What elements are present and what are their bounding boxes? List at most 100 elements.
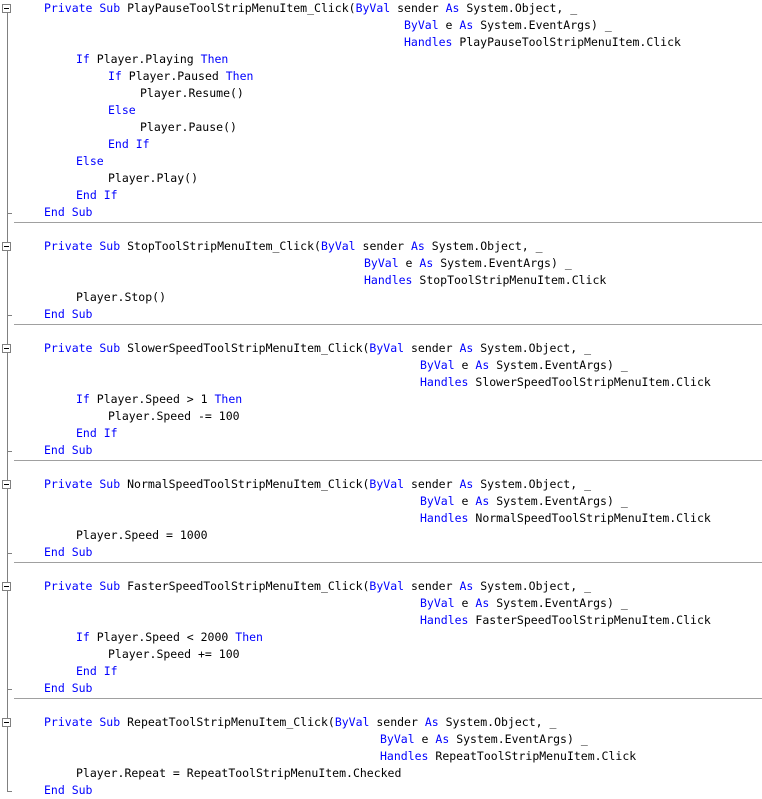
method-signature-line[interactable]: Private Sub FasterSpeedToolStripMenuItem…	[44, 578, 591, 595]
outline-guide	[7, 552, 8, 582]
keyword-token: ByVal	[320, 239, 356, 253]
code-line[interactable]: Player.Resume()	[140, 85, 244, 102]
code-token: Player.Playing	[89, 52, 201, 66]
collapse-region-icon[interactable]	[2, 344, 11, 353]
code-token: System.EventArgs) _	[433, 256, 572, 270]
code-line[interactable]: Player.Play()	[108, 170, 198, 187]
keyword-token: As	[419, 256, 434, 270]
method-signature-line[interactable]: Private Sub StopToolStripMenuItem_Click(…	[44, 238, 543, 255]
code-token: sender	[404, 477, 460, 491]
keyword-token: Handles	[420, 613, 469, 627]
code-token: Player.Stop()	[76, 290, 167, 304]
code-token: System.Object, _	[473, 477, 591, 491]
code-token: NormalSpeedToolStripMenuItem.Click	[468, 511, 711, 525]
keyword-token: Handles	[420, 375, 469, 389]
end-sub-line[interactable]: End Sub	[44, 544, 92, 561]
code-editor[interactable]: Private Sub PlayPauseToolStripMenuItem_C…	[0, 0, 762, 797]
keyword-token: Then	[235, 630, 263, 644]
code-line[interactable]: If Player.Paused Then	[108, 68, 253, 85]
collapse-region-icon[interactable]	[2, 480, 11, 489]
keyword-token: Private Sub	[44, 715, 121, 729]
code-token: System.Object, _	[438, 715, 557, 729]
code-line[interactable]: Player.Pause()	[140, 119, 237, 136]
outline-guide	[7, 251, 8, 315]
code-token: System.EventArgs) _	[449, 732, 588, 746]
code-line[interactable]: If Player.Playing Then	[76, 51, 228, 68]
code-line[interactable]: End If	[76, 187, 118, 204]
keyword-token: Then	[214, 392, 243, 406]
outline-guide	[7, 489, 8, 553]
end-sub-line[interactable]: End Sub	[44, 680, 92, 697]
keyword-token: End Sub	[44, 545, 93, 559]
keyword-token: End Sub	[44, 205, 93, 219]
code-line[interactable]: Player.Speed += 100	[108, 646, 240, 663]
code-line[interactable]: Handles NormalSpeedToolStripMenuItem.Cli…	[420, 510, 711, 527]
code-line[interactable]: If Player.Speed < 2000 Then	[76, 629, 263, 646]
keyword-token: ByVal	[420, 358, 455, 372]
keyword-token: ByVal	[369, 477, 405, 491]
code-line[interactable]: ByVal e As System.EventArgs) _	[404, 17, 612, 34]
method-signature-line[interactable]: Private Sub PlayPauseToolStripMenuItem_C…	[44, 0, 577, 17]
end-sub-line[interactable]: End Sub	[44, 442, 92, 459]
code-token: Player.Resume()	[140, 86, 244, 100]
method-signature-line[interactable]: Private Sub SlowerSpeedToolStripMenuItem…	[44, 340, 591, 357]
keyword-token: End If	[76, 188, 118, 202]
code-line[interactable]: Player.Speed -= 100	[108, 408, 240, 425]
code-token: RepeatToolStripMenuItem.Click	[428, 749, 637, 763]
method-signature-line[interactable]: Private Sub RepeatToolStripMenuItem_Clic…	[44, 714, 556, 731]
code-line[interactable]: ByVal e As System.EventArgs) _	[420, 493, 628, 510]
code-token: e	[414, 732, 436, 746]
code-token: Player.Speed -= 100	[108, 409, 240, 423]
code-line[interactable]: Handles PlayPauseToolStripMenuItem.Click	[404, 34, 681, 51]
code-line[interactable]: If Player.Speed > 1 Then	[76, 391, 242, 408]
keyword-token: End If	[108, 137, 150, 151]
code-line[interactable]: Player.Stop()	[76, 289, 166, 306]
collapse-region-icon[interactable]	[2, 242, 11, 251]
keyword-token: End Sub	[44, 307, 93, 321]
code-line[interactable]: End If	[76, 663, 118, 680]
code-token: System.EventArgs) _	[489, 494, 628, 508]
code-line[interactable]: ByVal e As System.EventArgs) _	[380, 731, 588, 748]
code-token: System.EventArgs) _	[489, 596, 628, 610]
procedure-separator	[14, 324, 762, 325]
keyword-token: End Sub	[44, 783, 93, 797]
keyword-token: Then	[225, 69, 254, 83]
keyword-token: ByVal	[369, 579, 405, 593]
code-line[interactable]: ByVal e As System.EventArgs) _	[420, 595, 628, 612]
outline-guide	[7, 450, 8, 480]
collapse-region-icon[interactable]	[2, 582, 11, 591]
collapse-region-icon[interactable]	[2, 4, 11, 13]
code-token: Player.Speed = 1000	[76, 528, 208, 542]
code-token: e	[454, 596, 476, 610]
end-sub-line[interactable]: End Sub	[44, 204, 92, 221]
keyword-token: Handles	[380, 749, 429, 763]
code-line[interactable]: Handles FasterSpeedToolStripMenuItem.Cli…	[420, 612, 711, 629]
code-line[interactable]: Else	[76, 153, 104, 170]
end-sub-line[interactable]: End Sub	[44, 782, 92, 799]
code-line[interactable]: Else	[108, 102, 136, 119]
code-line[interactable]: ByVal e As System.EventArgs) _	[364, 255, 572, 272]
code-line[interactable]: Handles StopToolStripMenuItem.Click	[364, 272, 606, 289]
keyword-token: ByVal	[369, 341, 405, 355]
code-line[interactable]: Player.Speed = 1000	[76, 527, 208, 544]
code-token: System.Object, _	[473, 579, 591, 593]
code-line[interactable]: End If	[76, 425, 118, 442]
method-signature-line[interactable]: Private Sub NormalSpeedToolStripMenuItem…	[44, 476, 591, 493]
outline-guide	[7, 727, 8, 791]
keyword-token: As	[424, 715, 439, 729]
keyword-token: As	[475, 494, 490, 508]
collapse-region-icon[interactable]	[2, 718, 11, 727]
end-sub-line[interactable]: End Sub	[44, 306, 92, 323]
procedure-separator	[14, 698, 762, 699]
code-line[interactable]: Handles RepeatToolStripMenuItem.Click	[380, 748, 636, 765]
keyword-token: ByVal	[355, 1, 391, 15]
code-token: sender	[369, 715, 425, 729]
code-line[interactable]: ByVal e As System.EventArgs) _	[420, 357, 628, 374]
code-token: e	[398, 256, 420, 270]
code-line[interactable]: End If	[108, 136, 150, 153]
keyword-token: As	[475, 596, 490, 610]
procedure-separator	[14, 562, 762, 563]
code-line[interactable]: Handles SlowerSpeedToolStripMenuItem.Cli…	[420, 374, 711, 391]
keyword-token: As	[459, 477, 474, 491]
code-line[interactable]: Player.Repeat = RepeatToolStripMenuItem.…	[76, 765, 401, 782]
